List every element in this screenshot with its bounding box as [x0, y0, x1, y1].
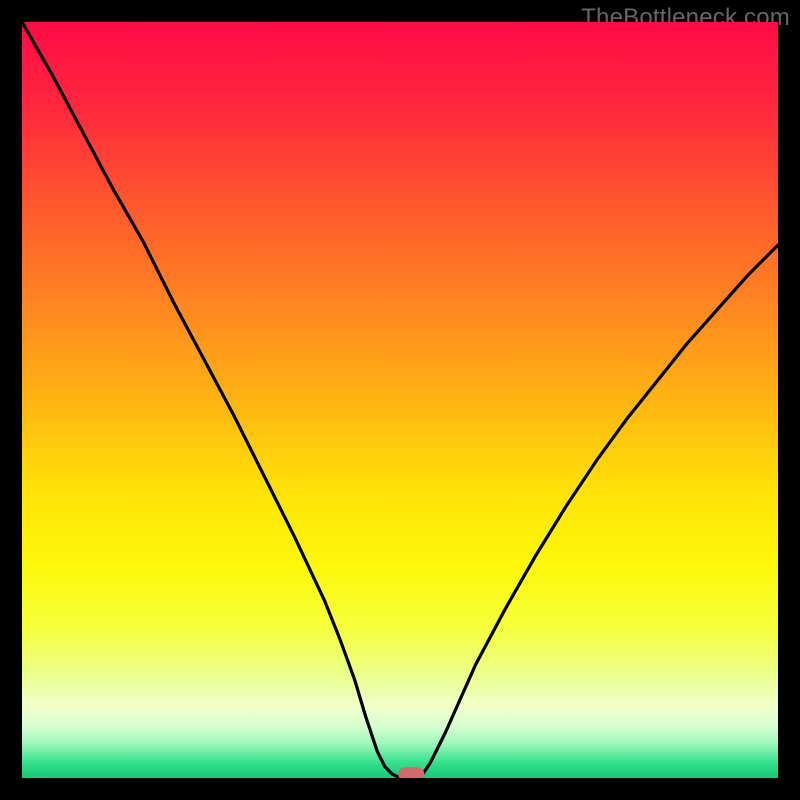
bottleneck-chart: TheBottleneck.com — [0, 0, 800, 800]
plot-area — [22, 22, 778, 778]
optimum-marker — [398, 767, 424, 778]
chart-svg — [22, 22, 778, 778]
gradient-background — [22, 22, 778, 778]
